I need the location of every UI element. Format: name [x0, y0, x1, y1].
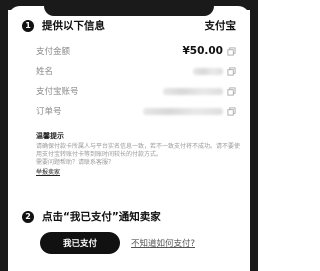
phone-bezel-right	[250, 0, 258, 271]
field-name: 姓名	[36, 61, 236, 81]
alipay-brand: 支付宝	[204, 20, 237, 32]
tips-section: 温馨提示 请确保付款卡所属人与平台实名信息一致，若不一致支付将不成功。请不要使用…	[36, 131, 242, 176]
paid-button[interactable]: 我已支付	[40, 232, 120, 254]
step-1-header: 1 提供以下信息	[22, 18, 105, 33]
field-amount-label: 支付金额	[36, 47, 71, 57]
step-1-title: 提供以下信息	[42, 20, 105, 32]
screen: 1 提供以下信息 支付宝 支付金额 ¥50.00 姓名 支付宝账号 订单号 温馨…	[8, 6, 250, 271]
tips-help-text: 需要问题帮助？请联系客服？	[36, 159, 115, 166]
step-2-number: 2	[22, 210, 34, 223]
field-amount-value: ¥50.00	[182, 45, 223, 57]
field-account-label: 支付宝账号	[36, 87, 79, 97]
phone-notch	[44, 6, 214, 16]
phone-bezel-left	[0, 0, 8, 271]
field-order: 订单号	[36, 101, 236, 121]
field-account-value-blurred	[163, 87, 223, 95]
field-order-value-blurred	[143, 107, 223, 115]
copy-icon[interactable]	[227, 106, 236, 116]
step-1-number: 1	[22, 19, 34, 32]
copy-icon[interactable]	[227, 86, 236, 96]
report-seller-link[interactable]: 举报卖家	[36, 167, 242, 176]
step-2-title: 点击“我已支付”通知卖家	[42, 211, 161, 223]
step-2-header: 2 点击“我已支付”通知卖家	[22, 209, 161, 224]
field-account: 支付宝账号	[36, 81, 236, 101]
tips-title: 温馨提示	[36, 132, 64, 140]
copy-icon[interactable]	[227, 66, 236, 76]
tips-body: 请确保付款卡所属人与平台实名信息一致，若不一致支付将不成功。请不要使用支付宝转账…	[36, 143, 241, 158]
field-name-label: 姓名	[36, 67, 54, 77]
field-name-value-blurred	[193, 67, 223, 75]
field-amount: 支付金额 ¥50.00	[36, 41, 236, 61]
how-to-pay-link[interactable]: 不知道如何支付?	[131, 237, 195, 249]
field-order-label: 订单号	[36, 107, 62, 117]
copy-icon[interactable]	[227, 46, 236, 56]
